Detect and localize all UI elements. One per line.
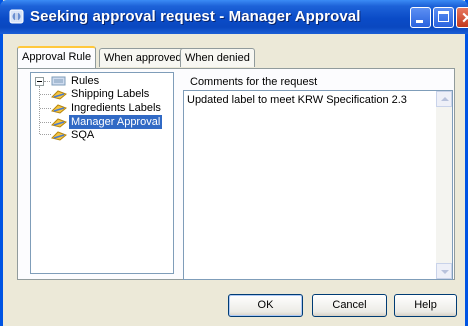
ok-button[interactable]: OK bbox=[228, 294, 303, 317]
collapse-toggle-icon[interactable] bbox=[35, 77, 44, 86]
cancel-button[interactable]: Cancel bbox=[312, 294, 387, 317]
scroll-down-icon[interactable] bbox=[436, 263, 452, 279]
tree-item-manager-approval[interactable]: Manager Approval bbox=[51, 115, 163, 129]
comments-label: Comments for the request bbox=[190, 76, 318, 88]
tree-connector bbox=[40, 94, 51, 96]
tab-when-denied[interactable]: When denied bbox=[180, 48, 255, 67]
rules-folder-icon bbox=[51, 76, 66, 86]
close-button[interactable]: ✕ bbox=[456, 7, 468, 28]
tree-item-rules[interactable]: Rules bbox=[51, 74, 101, 88]
minimize-icon bbox=[416, 20, 423, 23]
tree-item-label: Rules bbox=[71, 75, 100, 87]
rule-icon bbox=[51, 131, 67, 141]
tree-item-label: Ingredients Labels bbox=[71, 102, 161, 114]
maximize-icon bbox=[438, 11, 449, 22]
title-bar[interactable]: Seeking approval request - Manager Appro… bbox=[0, 0, 468, 34]
tree-item-label: Manager Approval bbox=[69, 115, 163, 129]
tree-connector bbox=[40, 134, 51, 136]
window-title: Seeking approval request - Manager Appro… bbox=[30, 8, 361, 25]
minimize-button[interactable] bbox=[410, 7, 431, 28]
rules-tree[interactable]: Rules Shipping Labels Ingredients Labels… bbox=[30, 72, 174, 274]
tree-item-label: SQA bbox=[71, 129, 95, 141]
rule-icon bbox=[51, 104, 67, 114]
tree-connector bbox=[44, 81, 50, 83]
app-icon bbox=[9, 9, 24, 24]
tree-connector bbox=[40, 122, 51, 124]
close-icon: ✕ bbox=[461, 10, 468, 27]
tree-item-shipping-labels[interactable]: Shipping Labels bbox=[51, 87, 151, 101]
comments-textarea[interactable]: Updated label to meet KRW Specification … bbox=[183, 90, 453, 280]
maximize-button[interactable] bbox=[433, 7, 454, 28]
rule-icon bbox=[51, 118, 67, 128]
help-button[interactable]: Help bbox=[394, 294, 457, 317]
tab-approval-rule[interactable]: Approval Rule bbox=[17, 46, 97, 68]
scroll-up-icon[interactable] bbox=[436, 91, 452, 107]
tree-connector bbox=[40, 108, 51, 110]
tab-when-approved[interactable]: When approved bbox=[99, 48, 187, 67]
tree-item-ingredients-labels[interactable]: Ingredients Labels bbox=[51, 101, 163, 115]
tree-item-label: Shipping Labels bbox=[71, 88, 150, 100]
tree-item-sqa[interactable]: SQA bbox=[51, 128, 96, 142]
rule-icon bbox=[51, 90, 67, 100]
comments-scrollbar[interactable] bbox=[436, 91, 452, 279]
comments-text: Updated label to meet KRW Specification … bbox=[187, 94, 407, 106]
